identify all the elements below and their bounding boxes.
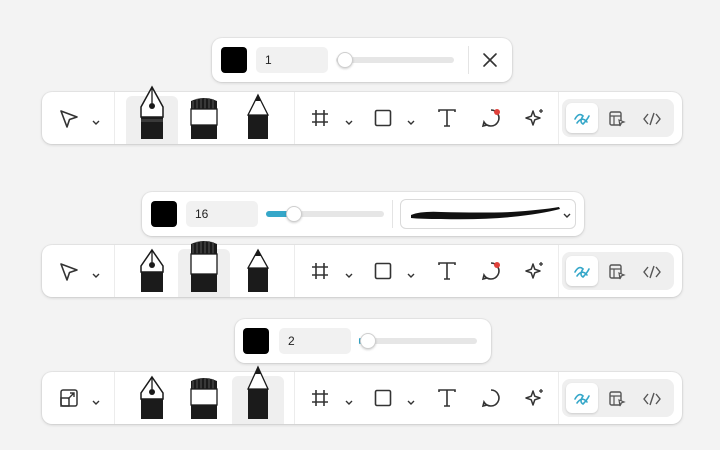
stroke-style-select[interactable] [400,199,576,229]
pointer-icon[interactable] [58,108,80,135]
slider-thumb[interactable] [286,206,302,222]
frame-icon[interactable] [310,108,330,133]
rectangle-icon[interactable] [373,261,393,286]
ai-sparkle-icon[interactable] [524,387,546,414]
divider [558,92,559,144]
divider [114,372,115,424]
fountain-pen-icon[interactable] [136,85,168,144]
stroke-width-input[interactable]: 16 [186,201,258,227]
chevron-down-icon[interactable] [344,267,354,285]
stroke-popover: 2 [235,319,491,363]
pencil-icon[interactable] [242,246,274,297]
color-swatch[interactable] [243,328,269,354]
brush-pen-icon[interactable] [187,373,221,424]
divider [114,245,115,297]
design-mode-icon[interactable] [608,110,626,133]
stroke-width-input[interactable]: 1 [256,47,328,73]
divider [294,92,295,144]
mode-switcher [562,99,674,137]
divider [468,46,469,74]
divider [294,372,295,424]
chevron-down-icon[interactable] [91,114,101,132]
comment-icon[interactable] [480,107,502,134]
draw-mode-icon[interactable] [573,110,591,133]
color-swatch[interactable] [221,47,247,73]
code-icon[interactable] [642,264,662,285]
pencil-icon[interactable] [242,93,274,144]
divider [558,372,559,424]
stroke-width-slider[interactable] [266,206,384,222]
chevron-down-icon[interactable] [406,267,416,285]
mode-switcher [562,379,674,417]
stroke-popover: 1 [212,38,512,82]
comment-icon[interactable] [480,260,502,287]
resize-icon[interactable] [58,387,80,414]
code-icon[interactable] [642,111,662,132]
fountain-pen-icon[interactable] [136,373,168,424]
drawing-toolbar [42,365,682,424]
mode-switcher [562,252,674,290]
close-icon[interactable] [480,50,500,70]
divider [558,245,559,297]
comment-icon[interactable] [480,387,502,414]
text-icon[interactable] [436,260,458,287]
chevron-down-icon[interactable] [406,394,416,412]
ai-sparkle-icon[interactable] [524,107,546,134]
pencil-icon[interactable] [242,365,274,424]
color-swatch[interactable] [151,201,177,227]
frame-icon[interactable] [310,261,330,286]
chevron-down-icon[interactable] [562,212,572,220]
brush-pen-icon[interactable] [187,238,221,297]
stroke-width-input[interactable]: 2 [279,328,351,354]
rectangle-icon[interactable] [373,108,393,133]
slider-thumb[interactable] [337,52,353,68]
chevron-down-icon[interactable] [91,394,101,412]
ai-sparkle-icon[interactable] [524,260,546,287]
pointer-icon[interactable] [58,261,80,288]
stroke-popover: 16 [142,192,584,236]
stroke-width-slider[interactable] [336,52,454,68]
rectangle-icon[interactable] [373,388,393,413]
divider [392,200,393,228]
divider [114,92,115,144]
chevron-down-icon[interactable] [406,114,416,132]
draw-mode-icon[interactable] [573,263,591,286]
chevron-down-icon[interactable] [344,394,354,412]
chevron-down-icon[interactable] [91,267,101,285]
brush-pen-icon[interactable] [187,93,221,144]
code-icon[interactable] [642,391,662,412]
design-mode-icon[interactable] [608,390,626,413]
divider [294,245,295,297]
text-icon[interactable] [436,107,458,134]
drawing-toolbar [42,241,682,297]
stroke-width-slider[interactable] [359,333,477,349]
slider-thumb[interactable] [360,333,376,349]
brush-stroke-preview [411,207,560,220]
draw-mode-icon[interactable] [573,390,591,413]
drawing-toolbar [42,85,682,144]
design-mode-icon[interactable] [608,263,626,286]
chevron-down-icon[interactable] [344,114,354,132]
frame-icon[interactable] [310,388,330,413]
text-icon[interactable] [436,387,458,414]
fountain-pen-icon[interactable] [136,246,168,297]
